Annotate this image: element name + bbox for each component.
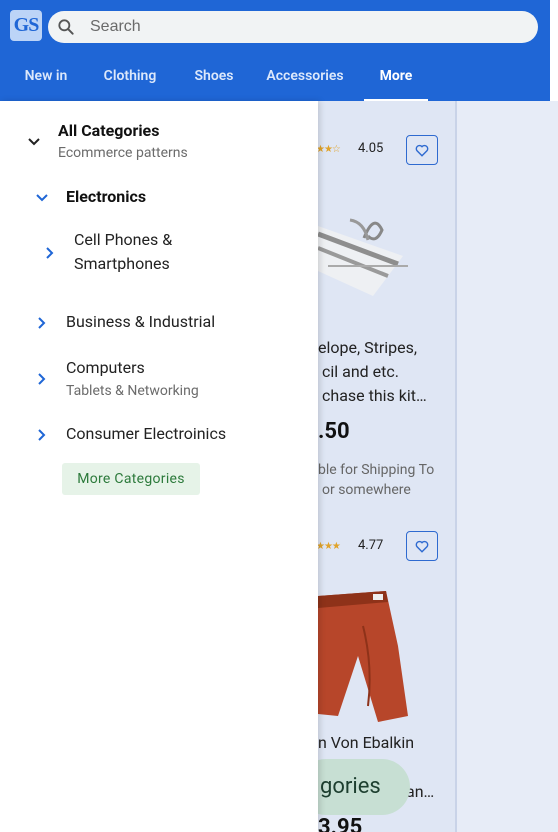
product-image-pants <box>318 591 408 722</box>
favorite-button[interactable] <box>406 531 438 561</box>
nav-item-new-in[interactable]: New in <box>14 58 78 101</box>
shipping-info: or somewhere <box>322 482 411 498</box>
top-nav: New in Clothing Shoes Accessories More <box>0 58 550 101</box>
category-item-consumer[interactable]: Consumer Electroinics <box>0 422 318 446</box>
nav-item-accessories[interactable]: Accessories <box>259 58 351 101</box>
product-description: n Von Ebalkin <box>318 733 415 752</box>
category-item-subtitle: Tablets & Networking <box>66 383 199 399</box>
rating-stars-icon: ★★★ <box>318 541 341 552</box>
heart-icon <box>415 144 429 157</box>
chevron-right-icon[interactable] <box>35 428 49 442</box>
category-item-label: Smartphones <box>74 254 170 273</box>
chevron-down-icon[interactable] <box>27 135 41 149</box>
category-item-label: Business & Industrial <box>66 312 216 331</box>
chevron-right-icon[interactable] <box>35 372 49 386</box>
product-price: 3.95 <box>318 815 363 832</box>
category-item-cell-phones[interactable]: Cell Phones & Smartphones <box>0 228 318 278</box>
category-root-title: All Categories <box>58 121 160 140</box>
favorite-button[interactable] <box>406 135 438 165</box>
category-item-label: Electronics <box>66 187 147 206</box>
app-header: GS New in Clothing Shoes Accessories Mor… <box>0 0 550 101</box>
category-item-electronics[interactable]: Electronics <box>0 185 318 209</box>
app-logo[interactable]: GS <box>10 10 42 41</box>
search-input[interactable] <box>88 11 528 43</box>
category-root-subtitle: Ecommerce patterns <box>58 145 188 161</box>
product-column-right <box>457 101 558 832</box>
category-item-label: Computers <box>66 358 145 377</box>
nav-item-shoes[interactable]: Shoes <box>182 58 246 101</box>
rating-stars-icon: ★★☆ <box>318 144 341 155</box>
product-description: chase this kit… <box>322 386 427 405</box>
product-rating: 4.77 <box>358 538 384 553</box>
search-bar[interactable] <box>48 11 538 43</box>
nav-item-clothing[interactable]: Clothing <box>92 58 168 101</box>
category-item-computers[interactable]: Computers Tablets & Networking <box>0 356 318 402</box>
search-icon <box>58 19 74 35</box>
chevron-down-icon[interactable] <box>35 191 49 205</box>
product-description: elope, Stripes, <box>318 338 418 357</box>
nav-item-more[interactable]: More <box>364 58 428 101</box>
product-description: an… <box>406 782 435 801</box>
floating-categories-pill[interactable]: gories <box>318 759 410 815</box>
chevron-right-icon[interactable] <box>35 316 49 330</box>
category-root[interactable]: All Categories Ecommerce patterns <box>0 119 318 163</box>
product-list-background: ★★☆ 4.05 elope, Stripes, cil and etc. ch… <box>318 101 558 832</box>
chevron-right-icon[interactable] <box>43 246 57 260</box>
product-price: .50 <box>318 419 350 444</box>
product-description: cil and etc. <box>322 362 399 381</box>
product-rating: 4.05 <box>358 141 384 156</box>
product-image-envelope <box>318 218 408 296</box>
shipping-info: ble for Shipping To <box>318 462 435 478</box>
category-item-label: Cell Phones & <box>74 230 173 249</box>
category-item-label: Consumer Electroinics <box>66 424 227 443</box>
more-categories-button[interactable]: More Categories <box>62 463 200 495</box>
heart-icon <box>415 540 429 553</box>
category-drawer: All Categories Ecommerce patterns Electr… <box>0 101 318 832</box>
category-item-business[interactable]: Business & Industrial <box>0 310 318 334</box>
